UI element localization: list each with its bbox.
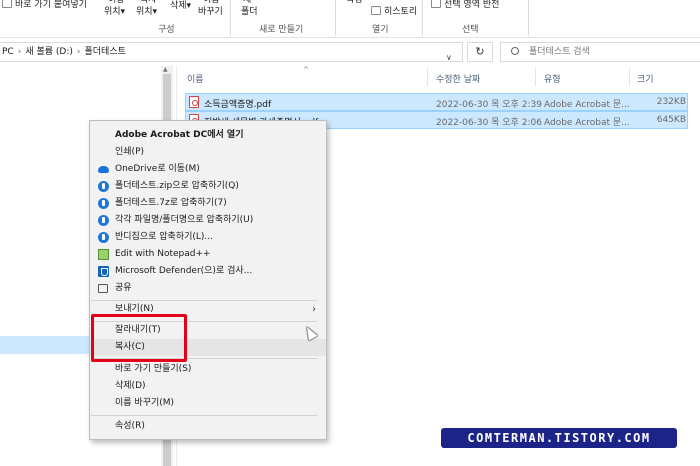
group-select-label: 선택 xyxy=(462,25,479,35)
file-type: Adobe Acrobat 문... xyxy=(544,100,630,110)
submenu-arrow-icon: › xyxy=(312,304,316,315)
file-size: 232KB xyxy=(656,97,686,107)
menu-item-rename[interactable]: 이름 바꾸기(M) xyxy=(90,395,326,412)
search-icon xyxy=(511,47,519,55)
refresh-button[interactable]: ↻ xyxy=(467,42,493,62)
copy-to-button[interactable]: 위치▾ xyxy=(136,4,157,17)
ribbon-separator xyxy=(230,0,231,36)
ribbon-separator xyxy=(335,0,336,36)
invert-selection-icon xyxy=(431,0,441,8)
column-separator[interactable] xyxy=(535,68,536,86)
file-date: 2022-06-30 목 오후 2:39 xyxy=(436,100,542,110)
menu-item-delete[interactable]: 삭제(D) xyxy=(90,378,326,395)
column-header-size[interactable]: 크기 xyxy=(637,72,654,85)
history-button[interactable]: 히스토리 xyxy=(371,4,417,17)
red-highlight-box xyxy=(91,314,187,362)
search-input[interactable]: 폴더테스트 검색 xyxy=(500,42,700,62)
column-header-name[interactable]: 이름 xyxy=(187,72,204,85)
group-open-label: 열기 xyxy=(372,25,389,35)
properties-top-button[interactable]: 속성 xyxy=(346,0,363,5)
menu-item-properties[interactable]: 속성(R) xyxy=(90,418,326,435)
menu-item-defender[interactable]: Microsoft Defender(으)로 검사... xyxy=(90,263,326,280)
menu-item-share[interactable]: 공유 xyxy=(90,280,326,297)
file-size: 645KB xyxy=(656,115,686,125)
ribbon-separator xyxy=(422,0,423,36)
search-placeholder: 폴더테스트 검색 xyxy=(529,47,590,57)
new-folder-button[interactable]: 폴더 xyxy=(241,4,258,17)
menu-item-create-shortcut[interactable]: 바로 가기 만들기(S) xyxy=(90,361,326,378)
onedrive-cloud-icon xyxy=(98,166,109,173)
menu-item-onedrive-move[interactable]: OneDrive로 이동(M) xyxy=(90,161,326,178)
bandizip-icon xyxy=(98,232,109,243)
menu-item-zip-compress[interactable]: 폴더테스트.zip으로 압축하기(Q) xyxy=(90,178,326,195)
file-name: 소득금액증명.pdf xyxy=(204,100,272,110)
menu-item-notepad[interactable]: Edit with Notepad++ xyxy=(90,246,326,263)
rename-button[interactable]: 바꾸기 xyxy=(198,4,223,17)
menu-item-each-compress[interactable]: 각각 파일명/폴더명으로 압축하기(U) xyxy=(90,212,326,229)
breadcrumb-pc[interactable]: PC xyxy=(2,47,14,57)
invert-selection-button[interactable]: 선택 영역 반전 xyxy=(431,0,499,10)
breadcrumb-separator-icon: › xyxy=(76,47,81,57)
menu-item-7z-compress[interactable]: 폴더테스트.7z로 압축하기(7) xyxy=(90,195,326,212)
breadcrumb-separator-icon: › xyxy=(17,47,22,57)
breadcrumb-drive[interactable]: 새 볼륨 (D:) xyxy=(25,47,73,57)
share-icon xyxy=(98,284,108,293)
address-bar-row: PC › 새 볼륨 (D:) › 폴더테스트 ∨ ↻ 폴더테스트 검색 xyxy=(0,39,700,65)
address-history-chevron-icon[interactable]: ∨ xyxy=(446,49,452,67)
delete-button[interactable]: 삭제▾ xyxy=(170,0,191,11)
bandizip-icon xyxy=(98,198,109,209)
column-header-type[interactable]: 유형 xyxy=(544,72,561,85)
context-menu: Adobe Acrobat DC에서 열기 인쇄(P) OneDrive로 이동… xyxy=(89,120,327,440)
ribbon: 바로 가기 붙여넣기 이동 위치▾ 복사 위치▾ 삭제▾ 이름 바꾸기 구성 새… xyxy=(0,0,700,38)
file-date: 2022-06-30 목 오후 2:06 xyxy=(436,118,542,128)
scroll-up-icon[interactable]: ▲ xyxy=(163,66,168,73)
file-row[interactable]: 소득금액증명.pdf 2022-06-30 목 오후 2:39 Adobe Ac… xyxy=(185,93,688,111)
pdf-file-icon xyxy=(189,96,199,108)
address-bar[interactable]: PC › 새 볼륨 (D:) › 폴더테스트 ∨ xyxy=(0,42,463,62)
menu-item-open-acrobat[interactable]: Adobe Acrobat DC에서 열기 xyxy=(90,127,326,144)
menu-item-bandizip-compress[interactable]: 반디집으로 압축하기(L)... xyxy=(90,229,326,246)
column-headers: ^ 이름 수정한 날짜 유형 크기 xyxy=(177,66,700,88)
move-to-button[interactable]: 위치▾ xyxy=(104,4,125,17)
file-type: Adobe Acrobat 문... xyxy=(544,118,630,128)
notepad-plus-plus-icon xyxy=(98,249,109,260)
column-separator[interactable] xyxy=(427,68,428,86)
watermark-badge: COMTERMAN.TISTORY.COM xyxy=(441,428,677,448)
menu-item-print[interactable]: 인쇄(P) xyxy=(90,144,326,161)
group-organize-label: 구성 xyxy=(158,25,175,35)
paste-shortcut-button[interactable]: 바로 가기 붙여넣기 xyxy=(2,0,87,10)
bandizip-icon xyxy=(98,181,109,192)
paste-shortcut-icon xyxy=(2,0,12,8)
column-separator[interactable] xyxy=(629,68,630,86)
defender-shield-icon xyxy=(98,266,109,277)
history-icon xyxy=(371,6,381,15)
breadcrumb-folder[interactable]: 폴더테스트 xyxy=(84,47,125,57)
sort-ascending-icon: ^ xyxy=(303,66,309,74)
column-header-date[interactable]: 수정한 날짜 xyxy=(436,72,480,85)
bandizip-icon xyxy=(98,215,109,226)
menu-separator xyxy=(91,415,317,416)
ribbon-separator xyxy=(528,0,529,36)
group-new-label: 새로 만들기 xyxy=(259,25,304,35)
